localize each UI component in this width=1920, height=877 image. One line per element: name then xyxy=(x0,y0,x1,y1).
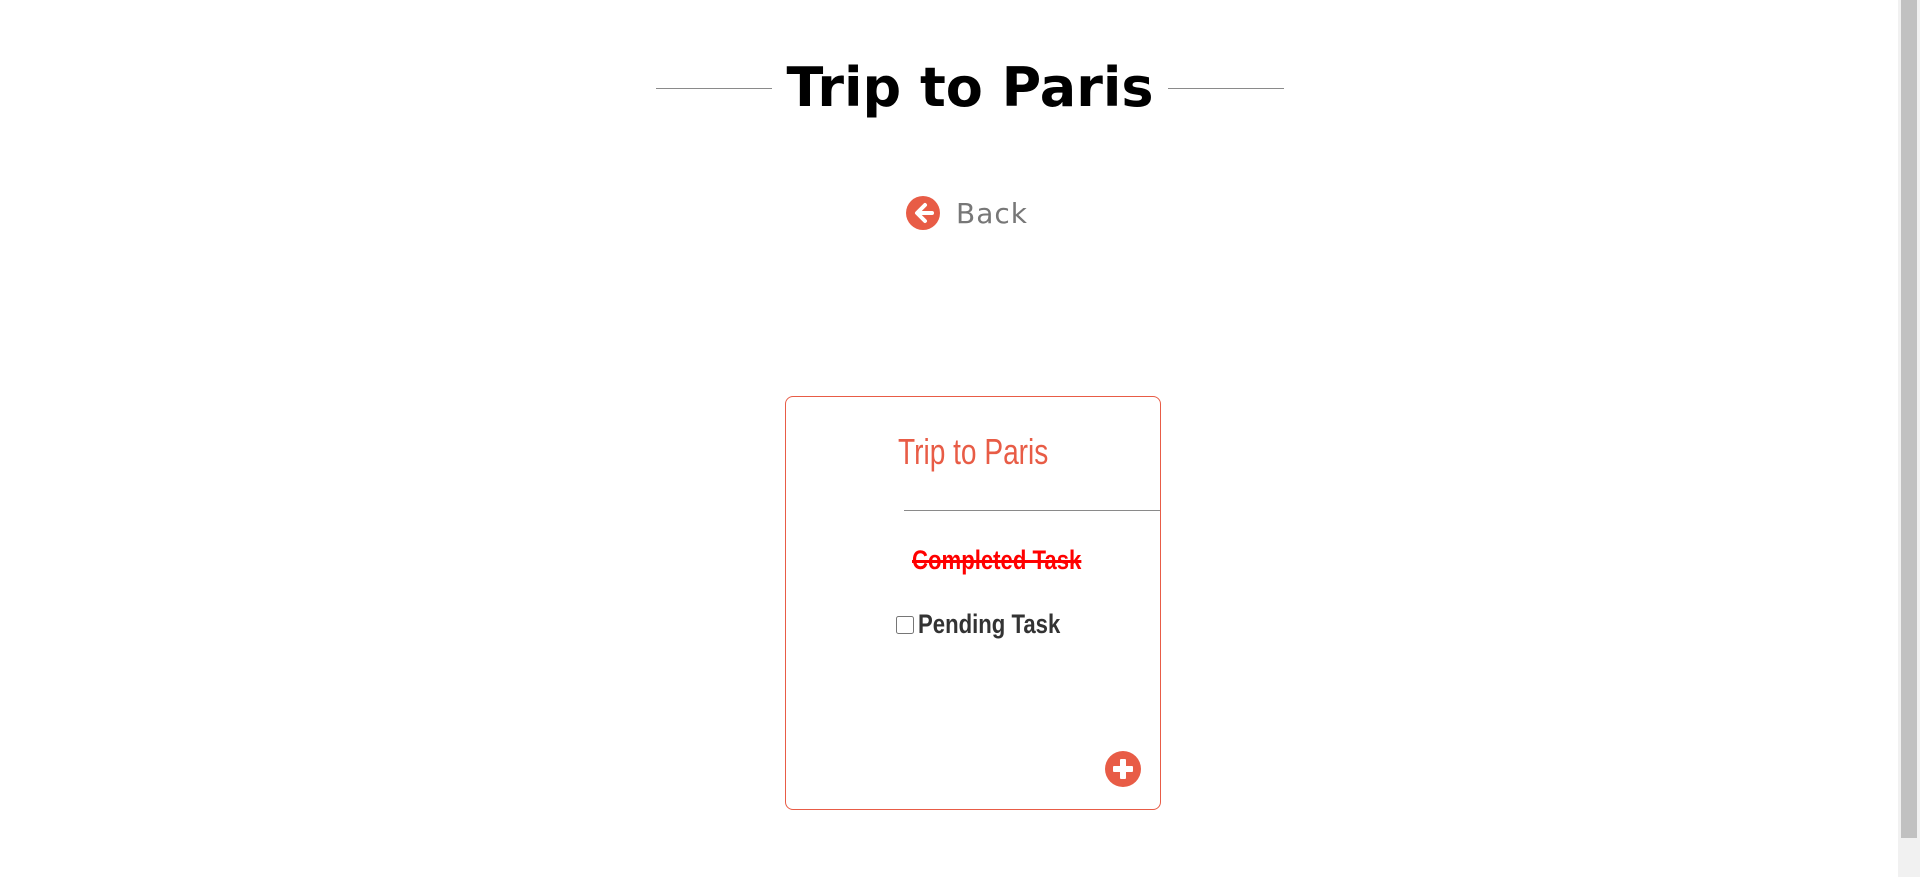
card-divider xyxy=(904,510,1160,511)
back-link[interactable]: Back xyxy=(906,196,1028,230)
pending-task-label: Pending Task xyxy=(918,609,1061,639)
task-checkbox[interactable] xyxy=(896,615,914,634)
add-task-button[interactable] xyxy=(1105,751,1141,787)
page: Trip to Paris Back Trip to Paris Complet… xyxy=(0,0,1920,877)
checklist-card: Trip to Paris Completed Task Pending Tas… xyxy=(785,396,1161,810)
card-title: Trip to Paris xyxy=(898,431,1049,472)
arrow-circle-left-icon xyxy=(906,196,940,230)
scrollbar-thumb[interactable] xyxy=(1901,0,1917,838)
page-title: Trip to Paris xyxy=(786,56,1154,119)
plus-circle-icon xyxy=(1105,751,1141,787)
completed-task-item[interactable]: Completed Task xyxy=(912,545,1081,576)
title-divider-left xyxy=(656,88,772,89)
title-divider-right xyxy=(1168,88,1284,89)
pending-task-item[interactable]: Pending Task xyxy=(896,609,1092,640)
back-label: Back xyxy=(956,196,1028,230)
